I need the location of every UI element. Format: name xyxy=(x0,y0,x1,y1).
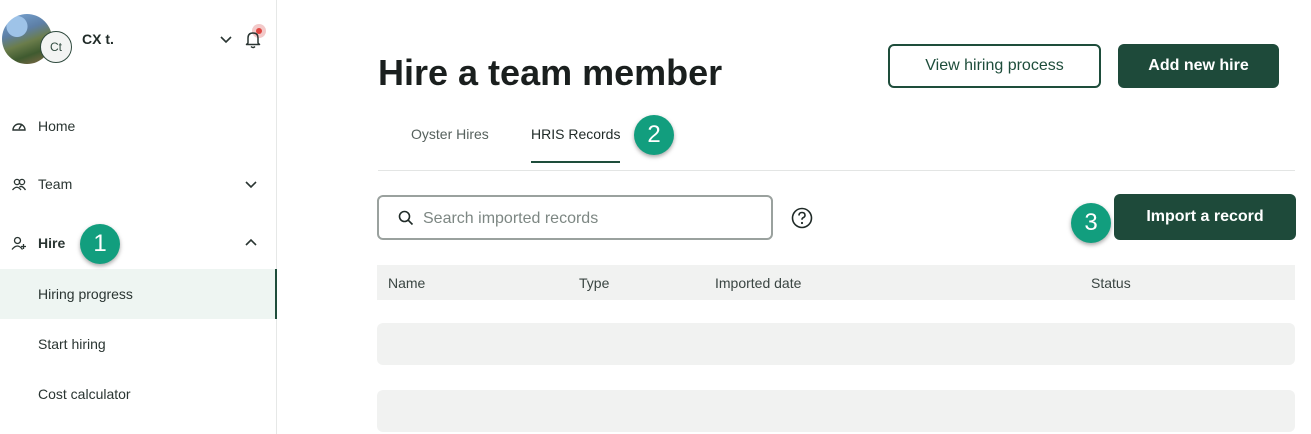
step-badge-3: 3 xyxy=(1071,203,1111,243)
profile-name: CX t. xyxy=(82,31,114,47)
loading-row xyxy=(377,323,1295,365)
team-icon xyxy=(11,178,27,191)
chevron-down-icon xyxy=(245,181,257,189)
page-title: Hire a team member xyxy=(378,52,723,93)
sidebar-item-hire[interactable]: Hire xyxy=(0,219,276,267)
sidebar-subitem-cost-calculator[interactable]: Cost calculator xyxy=(0,369,276,419)
sidebar-subitem-label: Start hiring xyxy=(38,336,106,352)
add-person-icon xyxy=(11,236,26,250)
sidebar-subitem-label: Cost calculator xyxy=(38,386,131,402)
table-header: Name Type Imported date Status xyxy=(377,265,1295,300)
loading-row xyxy=(377,390,1295,432)
step-badge-1: 1 xyxy=(80,224,120,264)
sidebar-item-home[interactable]: Home xyxy=(0,102,276,150)
chevron-down-icon[interactable] xyxy=(219,32,233,46)
import-record-button[interactable]: Import a record xyxy=(1114,194,1296,240)
search-icon xyxy=(398,210,414,226)
tab-oyster-hires[interactable]: Oyster Hires xyxy=(411,126,489,161)
sidebar-item-team[interactable]: Team xyxy=(0,160,276,208)
tab-hris-records[interactable]: HRIS Records xyxy=(531,126,621,163)
chevron-up-icon xyxy=(245,238,257,246)
sidebar-item-label: Home xyxy=(38,118,76,134)
sidebar-subitem-label: Hiring progress xyxy=(38,286,133,302)
add-new-hire-button[interactable]: Add new hire xyxy=(1118,44,1279,88)
profile-menu[interactable]: Ct CX t. xyxy=(0,0,276,80)
sidebar: Ct CX t. Home Team Hire Hiring progress … xyxy=(0,0,277,434)
sidebar-item-label: Hire xyxy=(38,235,66,251)
column-header-name: Name xyxy=(388,275,426,291)
column-header-status: Status xyxy=(1091,275,1131,291)
search-input[interactable] xyxy=(421,207,745,231)
bell-icon[interactable] xyxy=(243,29,263,49)
help-icon[interactable] xyxy=(791,207,813,229)
column-header-type: Type xyxy=(579,275,610,291)
view-hiring-process-button[interactable]: View hiring process xyxy=(888,44,1101,88)
tab-bar: Oyster Hires HRIS Records xyxy=(378,116,1295,171)
avatar-initials: Ct xyxy=(40,31,72,63)
search-box xyxy=(377,195,773,240)
sidebar-item-label: Team xyxy=(38,176,73,192)
sidebar-subitem-hiring-progress[interactable]: Hiring progress xyxy=(0,269,277,319)
speedometer-icon xyxy=(12,123,26,131)
column-header-imported-date: Imported date xyxy=(715,275,802,291)
sidebar-subitem-start-hiring[interactable]: Start hiring xyxy=(0,319,276,369)
